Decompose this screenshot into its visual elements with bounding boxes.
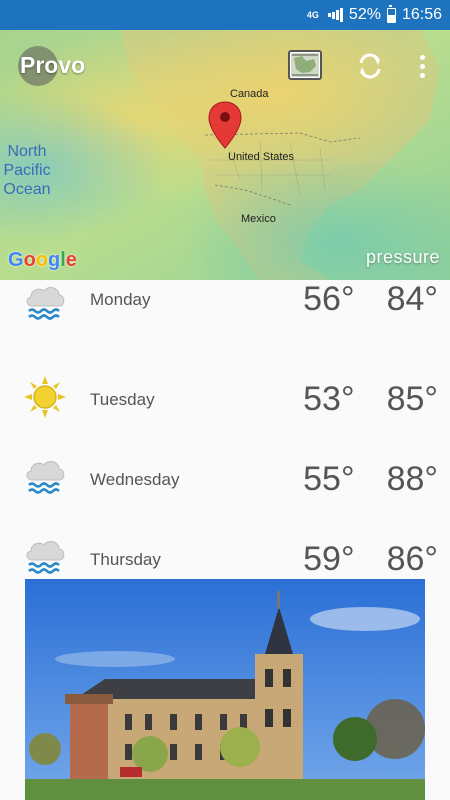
dot-icon [419, 72, 425, 78]
clock: 16:56 [401, 6, 442, 23]
temperature-range: 59° 86° [281, 540, 438, 579]
battery-icon [386, 4, 396, 23]
low-temp: 59° [303, 540, 355, 578]
city-name: Provo [20, 52, 86, 78]
day-name: Wednesday [90, 470, 180, 489]
low-temp: 55° [303, 460, 355, 498]
status-bar: 4G 52% 16:56 [0, 0, 450, 30]
temperature-range: 56° 84° [281, 280, 438, 319]
day-name: Monday [90, 290, 151, 309]
high-temp: 88° [386, 460, 438, 498]
overflow-menu-button[interactable] [410, 50, 434, 82]
refresh-button[interactable] [354, 50, 386, 82]
map-icon [291, 53, 319, 77]
map-layer-button[interactable] [288, 50, 322, 80]
forecast-list: Monday 56° 84° Tuesday 53° 85° Wednesday… [0, 280, 450, 600]
sun-icon [24, 376, 66, 418]
dot-icon [419, 63, 425, 69]
signal-icon [327, 8, 343, 22]
temperature-range: 53° 85° [281, 380, 438, 419]
google-letter: o [23, 249, 36, 271]
map-layer-label: pressure [365, 247, 440, 267]
high-temp: 85° [386, 380, 438, 418]
map-label-canada: Canada [230, 88, 269, 100]
refresh-icon [359, 53, 381, 79]
google-letter: o [35, 249, 48, 271]
rain-cloud-icon [26, 461, 65, 494]
google-letter: e [65, 249, 77, 271]
city-photo-image [25, 579, 425, 800]
rain-cloud-icon [26, 287, 65, 320]
temperature-range: 55° 88° [281, 460, 438, 499]
battery-percent: 52% [348, 6, 381, 23]
low-temp: 56° [303, 280, 355, 318]
google-letter: G [8, 249, 24, 271]
weather-app-screen: 4G 52% 16:56 Provo Canada United States … [0, 0, 450, 800]
day-name: Thursday [90, 550, 161, 569]
forecast-row-wednesday[interactable]: Wednesday 55° 88° [0, 440, 450, 520]
google-logo: Google [8, 249, 77, 272]
forecast-row-tuesday[interactable]: Tuesday 53° 85° [0, 360, 450, 440]
map-label-usa: United States [228, 151, 295, 163]
high-temp: 84° [386, 280, 438, 318]
google-letter: g [48, 249, 61, 271]
network-type: 4G [306, 9, 319, 20]
high-temp: 86° [386, 540, 438, 578]
day-name: Tuesday [90, 390, 155, 409]
weather-map[interactable]: Provo Canada United States Mexico North … [0, 30, 450, 280]
map-label-mexico: Mexico [241, 213, 276, 225]
rain-cloud-icon [26, 541, 65, 574]
dot-icon [419, 54, 425, 60]
low-temp: 53° [303, 380, 355, 418]
map-label-ocean: North Pacific Ocean [3, 143, 51, 198]
location-pin-icon[interactable] [207, 100, 243, 150]
forecast-row-monday[interactable]: Monday 56° 84° [0, 280, 450, 360]
city-photo[interactable] [25, 579, 425, 800]
